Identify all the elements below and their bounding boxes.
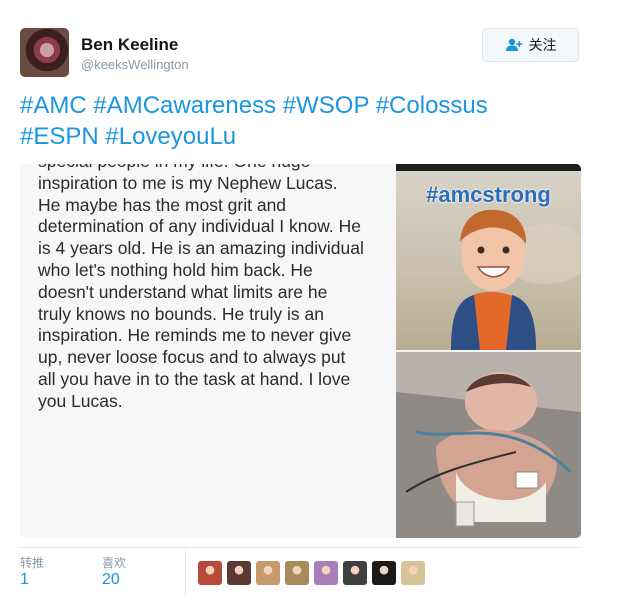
retweets-label: 转推 — [20, 556, 45, 570]
child-illustration — [451, 209, 581, 350]
add-user-icon — [505, 38, 523, 52]
photo-child[interactable]: #amcstrong — [396, 164, 581, 350]
note-text: special people in my life. One huge insp… — [38, 164, 364, 411]
liker-avatar-2[interactable] — [227, 561, 251, 585]
screen-name[interactable]: @keeksWellington — [81, 57, 189, 72]
liker-avatar-4[interactable] — [285, 561, 309, 585]
stats-divider — [20, 547, 581, 548]
likes-label: 喜欢 — [102, 556, 127, 570]
hashtag-link[interactable]: #LoveyouLu — [105, 123, 236, 150]
tweet-text: #AMC #AMCawareness #WSOP #Colossus #ESPN… — [20, 90, 590, 152]
media-grid: special people in my life. One huge insp… — [20, 164, 581, 538]
retweets-count[interactable]: 1 — [20, 571, 29, 589]
liker-avatar-1[interactable] — [198, 561, 222, 585]
liker-avatar-3[interactable] — [256, 561, 280, 585]
display-name[interactable]: Ben Keeline — [81, 35, 178, 55]
hashtag-link[interactable]: #AMC — [20, 92, 87, 119]
liker-avatar-6[interactable] — [343, 561, 367, 585]
hashtag-link[interactable]: #AMCawareness — [93, 92, 276, 119]
liker-avatar-5[interactable] — [314, 561, 338, 585]
note-image[interactable]: special people in my life. One huge insp… — [20, 164, 394, 538]
avatar[interactable] — [20, 28, 69, 77]
follow-button[interactable]: 关注 — [482, 28, 579, 62]
hashtag-link[interactable]: #Colossus — [376, 92, 488, 119]
likes-count[interactable]: 20 — [102, 571, 120, 589]
hashtag-link[interactable]: #WSOP — [283, 92, 369, 119]
follow-label: 关注 — [528, 37, 557, 53]
liker-avatar-8[interactable] — [401, 561, 425, 585]
liker-avatar-7[interactable] — [372, 561, 396, 585]
photo-baby[interactable] — [396, 352, 581, 538]
hashtag-link[interactable]: #ESPN — [20, 123, 99, 150]
baby-illustration — [396, 352, 581, 538]
likers-row — [198, 561, 425, 585]
stats-separator — [185, 550, 186, 595]
